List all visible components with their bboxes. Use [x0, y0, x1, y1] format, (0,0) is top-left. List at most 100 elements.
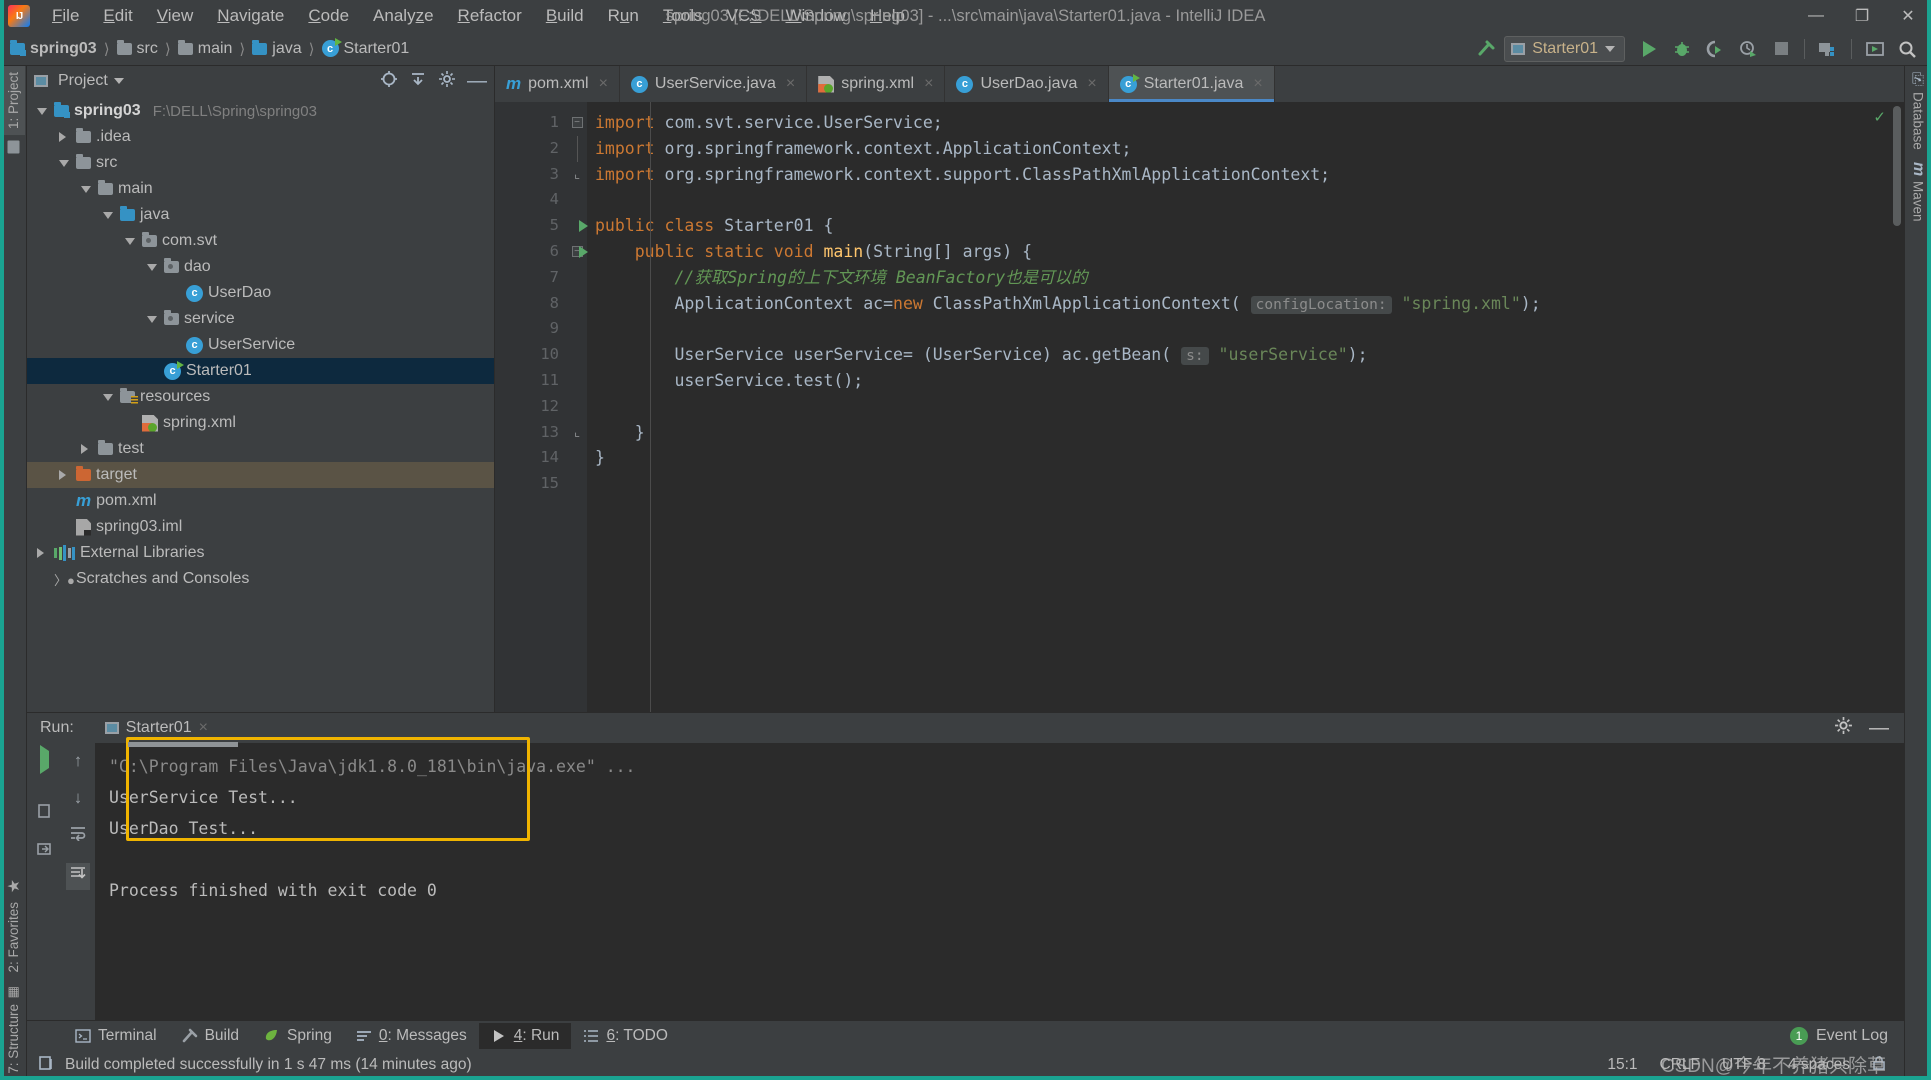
fold-marker[interactable]: − — [567, 110, 587, 136]
code-folding-column[interactable]: − ⌞ − ⌞ — [567, 102, 587, 712]
sidebar-item-structure[interactable]: 7: Structure ▦ — [2, 978, 25, 1080]
search-everywhere-icon[interactable] — [1893, 35, 1923, 63]
scroll-to-end-icon[interactable] — [66, 863, 90, 890]
chevron-down-icon[interactable] — [37, 107, 47, 115]
chevron-down-icon[interactable] — [59, 159, 69, 167]
chevron-down-icon[interactable] — [103, 211, 113, 219]
profile-button[interactable] — [1733, 35, 1763, 63]
editor-scrollbar[interactable]: ✓ — [1873, 102, 1904, 712]
chevron-right-icon[interactable] — [59, 132, 69, 142]
tree-node-starter01[interactable]: c Starter01 — [27, 358, 494, 384]
chevron-down-icon[interactable] — [147, 315, 157, 323]
fold-marker[interactable] — [567, 135, 587, 162]
menu-build[interactable]: Build — [534, 2, 596, 30]
run-with-coverage-button[interactable] — [1700, 35, 1730, 63]
up-arrow-icon[interactable]: ↑ — [74, 751, 83, 771]
tree-node-spring03-iml[interactable]: spring03.iml — [27, 514, 494, 540]
tree-node--idea[interactable]: .idea — [27, 124, 494, 150]
project-structure-icon[interactable] — [1813, 35, 1843, 63]
chevron-right-icon[interactable] — [37, 548, 47, 558]
restore-layout-icon[interactable] — [36, 841, 52, 862]
bottom-tab-build[interactable]: Build — [169, 1023, 251, 1049]
tree-node-service[interactable]: service — [27, 306, 494, 332]
settings-gear-icon[interactable] — [1834, 716, 1853, 740]
settings-gear-icon[interactable] — [438, 70, 456, 93]
breadcrumb-item-spring03[interactable]: spring03 — [10, 39, 97, 58]
tree-node-dao[interactable]: dao — [27, 254, 494, 280]
close-icon[interactable]: × — [599, 75, 608, 93]
close-icon[interactable]: × — [1253, 75, 1262, 93]
chevron-down-icon[interactable] — [81, 185, 91, 193]
chevron-right-icon[interactable] — [81, 444, 91, 454]
editor-tab-spring-xml[interactable]: spring.xml × — [807, 66, 946, 102]
menu-code[interactable]: Code — [296, 2, 361, 30]
code-editor[interactable]: 1 2 3 4 5 6 7 8 9 10 11 12 13 14 15 − ⌞ − ⌞ import com.sv… — [495, 102, 1904, 712]
rerun-icon[interactable] — [39, 745, 49, 774]
minimize-button[interactable]: — — [1793, 0, 1839, 32]
breadcrumb-item-java[interactable]: java — [252, 39, 302, 58]
event-log-area[interactable]: 1 Event Log — [1789, 1026, 1904, 1045]
fold-collapse-icon[interactable]: − — [571, 117, 583, 129]
hide-panel-icon[interactable]: — — [467, 71, 487, 91]
menu-view[interactable]: View — [145, 2, 206, 30]
breadcrumb-item-main[interactable]: main — [177, 39, 232, 58]
fold-region-end-icon[interactable]: ⌞ — [572, 167, 583, 180]
menu-window[interactable]: Window — [774, 2, 858, 30]
maximize-button[interactable]: ❐ — [1839, 0, 1885, 32]
close-icon[interactable]: × — [1087, 75, 1096, 93]
run-configuration-selector[interactable]: Starter01 — [1504, 35, 1625, 62]
dump-threads-icon[interactable] — [36, 803, 52, 824]
bottom-tab-terminal[interactable]: Terminal — [63, 1023, 169, 1049]
menu-help[interactable]: Help — [858, 2, 917, 30]
close-icon[interactable]: × — [924, 75, 933, 93]
run-button[interactable] — [1634, 35, 1664, 63]
fold-marker[interactable]: ⌞ — [567, 162, 587, 188]
collapse-all-icon[interactable] — [409, 70, 427, 93]
tree-node-resources[interactable]: resources — [27, 384, 494, 410]
close-button[interactable]: ✕ — [1885, 0, 1931, 32]
stop-button[interactable] — [1766, 35, 1796, 63]
editor-tab-pom-xml[interactable]: m pom.xml × — [495, 66, 620, 102]
build-hammer-icon[interactable] — [1471, 35, 1501, 63]
tree-node-userdao[interactable]: c UserDao — [27, 280, 494, 306]
soft-wrap-icon[interactable] — [69, 825, 87, 846]
chevron-down-icon[interactable] — [147, 263, 157, 271]
editor-tab-starter01-java[interactable]: c Starter01.java × — [1108, 66, 1275, 102]
chevron-right-icon[interactable] — [59, 470, 69, 480]
tree-node-spring-xml[interactable]: spring.xml — [27, 410, 494, 436]
chevron-down-icon[interactable] — [113, 78, 124, 84]
bottom-tab-spring[interactable]: Spring — [251, 1023, 344, 1049]
run-tab-starter01[interactable]: Starter01 × — [104, 719, 208, 737]
chevron-down-icon[interactable] — [125, 237, 135, 245]
sidebar-item-project[interactable]: 1: Project — [1, 66, 25, 136]
tree-node-target[interactable]: target — [27, 462, 494, 488]
menu-analyze[interactable]: Analyze — [361, 2, 446, 30]
editor-tab-userdao-java[interactable]: c UserDao.java × — [945, 66, 1109, 102]
menu-edit[interactable]: Edit — [91, 2, 144, 30]
bottom-tab-6-todo[interactable]: 6: TODO — [571, 1023, 679, 1049]
hide-panel-icon[interactable]: — — [1869, 718, 1889, 738]
down-arrow-icon[interactable]: ↓ — [74, 788, 83, 808]
menu-file[interactable]: File — [40, 2, 91, 30]
tree-node-com-svt[interactable]: com.svt — [27, 228, 494, 254]
menu-run[interactable]: Run — [596, 2, 651, 30]
close-icon[interactable]: × — [786, 75, 795, 93]
tree-node-external-libraries[interactable]: External Libraries — [27, 540, 494, 566]
menu-vcs[interactable]: VCS — [715, 2, 774, 30]
editor-tab-bar[interactable]: m pom.xml × c UserService.java × spring.xml × c U… — [495, 66, 1904, 102]
tree-node-scratches-and-consoles[interactable]: 〉● Scratches and Consoles — [27, 566, 494, 592]
event-log-label[interactable]: Event Log — [1816, 1027, 1888, 1045]
tree-node-pom-xml[interactable]: m pom.xml — [27, 488, 494, 514]
breadcrumb-item-starter01[interactable]: c Starter01 — [321, 38, 409, 58]
caret-position[interactable]: 15:1 — [1607, 1056, 1637, 1074]
update-project-icon[interactable] — [1860, 35, 1890, 63]
menu-refactor[interactable]: Refactor — [446, 2, 534, 30]
menu-navigate[interactable]: Navigate — [205, 2, 296, 30]
tree-node-test[interactable]: test — [27, 436, 494, 462]
status-message[interactable]: Build completed successfully in 1 s 47 m… — [65, 1056, 472, 1074]
close-icon[interactable]: × — [199, 719, 208, 737]
chevron-down-icon[interactable] — [103, 393, 113, 401]
locate-icon[interactable] — [380, 70, 398, 93]
code-content[interactable]: import com.svt.service.UserService; impor… — [587, 102, 1890, 712]
menu-tools[interactable]: Tools — [651, 2, 715, 30]
